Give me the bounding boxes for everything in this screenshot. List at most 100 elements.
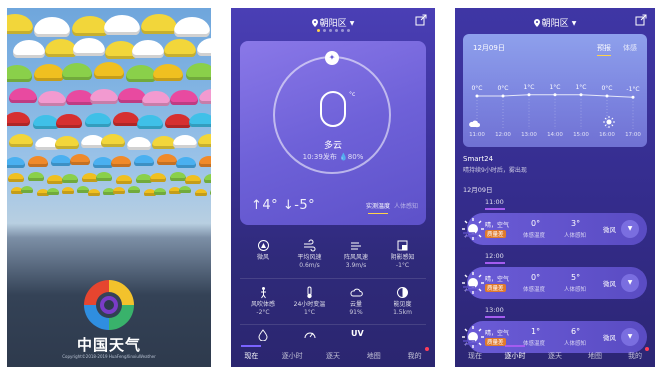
umbrella — [165, 114, 191, 129]
detail-label: 风吹体感 — [250, 301, 275, 308]
umbrella — [170, 172, 186, 181]
bottom-navigation: 现在 逐小时 逐天 地图 我的 — [231, 345, 435, 367]
shade-icon — [397, 240, 408, 251]
nav-item[interactable]: 逐天 — [548, 351, 562, 361]
hour-slot-underline — [485, 208, 505, 210]
location-pin-icon — [311, 19, 318, 27]
location-selector[interactable]: 朝阳区 ▼ — [455, 16, 655, 29]
umbrella — [28, 156, 49, 167]
hour-slot-underline — [485, 316, 505, 318]
umbrella — [175, 157, 196, 168]
umbrella — [150, 173, 167, 182]
nav-item[interactable]: 逐小时 — [505, 351, 526, 361]
umbrella — [71, 16, 108, 36]
umbrella — [134, 155, 155, 166]
umbrella — [32, 115, 59, 130]
nav-item[interactable]: 地图 — [367, 351, 381, 361]
nav-item[interactable]: 逐小时 — [282, 351, 303, 361]
location-name: 朝阳区 — [541, 19, 569, 29]
umbrella — [153, 188, 166, 195]
hour-temp-label: 1°C — [523, 83, 535, 91]
nav-item[interactable]: 地图 — [588, 351, 602, 361]
expand-chevron-icon[interactable]: ▼ — [621, 328, 639, 346]
weather-condition: 多云 — [323, 141, 342, 151]
expand-chevron-icon[interactable]: ▼ — [621, 274, 639, 292]
sun-haze-icon — [462, 218, 484, 240]
hour-time-label: 16:00 — [599, 132, 615, 138]
umbrella — [7, 157, 25, 168]
umbrella — [92, 157, 113, 168]
brand-name: 中国天气 — [76, 336, 141, 354]
umbrella — [9, 134, 33, 148]
detail-value: 3.9m/s — [345, 262, 367, 269]
umbrella — [9, 88, 37, 104]
detail-cell[interactable]: 24小时变温 1°C — [287, 286, 333, 317]
temperature-mode-toggle[interactable]: 实测温度 人体感知 — [366, 201, 418, 210]
gauge-icon — [304, 332, 316, 339]
umbrella — [157, 154, 178, 165]
detail-cell[interactable]: 阴影感知 -1°C — [380, 239, 426, 270]
detail-cell[interactable]: 能见度 1.5km — [380, 286, 426, 317]
nav-active-indicator — [505, 345, 525, 347]
umbrella — [69, 154, 90, 165]
detail-cell[interactable]: 平均风速 0.6m/s — [287, 239, 333, 270]
hour-row[interactable]: 晴，空气 质量差 0° 体感温度 3° 人体感知 微风 ▼ — [455, 213, 655, 245]
detail-cell[interactable]: 云量 91% — [333, 286, 379, 317]
umbrella — [135, 174, 152, 183]
detail-label: 24小时变温 — [293, 301, 326, 308]
current-weather-card[interactable]: ✦ °c 多云 10:39发布 💧80% ↑4° ↓-5° 实测温度 人体感知 — [240, 41, 426, 225]
location-name: 朝阳区 — [319, 19, 347, 29]
sun-icon — [603, 113, 615, 132]
current-weather-screen: 朝阳区 ▼ ✦ °c 多云 10:39发布 💧80% ↑4° ↓-5° 实测温度人… — [231, 8, 435, 367]
grid-divider — [240, 278, 426, 279]
feel-temp: 5° — [571, 273, 581, 282]
mode-feel[interactable]: 人体感知 — [394, 203, 418, 210]
hour-time-label: 17:00 — [625, 132, 641, 138]
umbrella — [61, 63, 92, 80]
air-quality-badge: 质量差 — [485, 284, 506, 292]
umbrella — [96, 172, 113, 181]
dropdown-triangle-icon: ▼ — [571, 20, 577, 27]
measured-temp: 0° — [531, 219, 541, 228]
nav-item[interactable]: 我的 — [628, 351, 642, 361]
hour-temp-label: 1°C — [549, 83, 561, 91]
publish-time: 10:39发布 — [302, 153, 337, 161]
umbrella — [101, 134, 126, 148]
detail-cell[interactable]: 微风 — [240, 239, 286, 262]
umbrella — [55, 136, 80, 150]
detail-cell[interactable]: 风吹体感 -2°C — [240, 286, 286, 317]
umbrella — [128, 186, 141, 193]
umbrella — [46, 188, 59, 195]
nav-item[interactable]: 现在 — [468, 351, 482, 361]
temperature-point — [527, 93, 531, 97]
umbrella — [104, 15, 140, 35]
uv-label: UV — [351, 329, 364, 338]
umbrella — [113, 112, 139, 127]
expand-chevron-icon[interactable]: ▼ — [621, 220, 639, 238]
temperature-digit — [320, 91, 346, 127]
temperature-point — [501, 94, 505, 98]
mode-measured[interactable]: 实测温度 — [366, 203, 390, 210]
detail-cell[interactable]: 阵风风速 3.9m/s — [333, 239, 379, 270]
feel-temp-label: 人体感知 — [564, 287, 587, 293]
umbrella — [184, 175, 201, 184]
detail-value: 1°C — [303, 309, 315, 316]
hour-temp-label: 0°C — [497, 85, 509, 92]
location-pin-icon — [533, 19, 540, 27]
umbrella — [47, 175, 64, 184]
umbrella — [21, 186, 34, 193]
nav-item[interactable]: 现在 — [244, 351, 258, 361]
grid-divider — [240, 324, 426, 325]
share-icon[interactable] — [415, 14, 427, 26]
feel-temp: 6° — [571, 327, 581, 336]
hour-row[interactable]: 晴，空气 质量差 0° 体感温度 5° 人体感知 微风 ▼ — [455, 267, 655, 299]
hour-time-label: 15:00 — [573, 132, 589, 138]
umbrella — [81, 173, 98, 182]
hour-row-background — [467, 213, 647, 245]
nav-item[interactable]: 逐天 — [326, 351, 340, 361]
measured-temp-label: 体感温度 — [523, 287, 546, 293]
nav-item[interactable]: 我的 — [408, 351, 422, 361]
location-selector[interactable]: 朝阳区 ▼ — [231, 16, 435, 29]
umbrella — [62, 174, 78, 183]
share-icon[interactable] — [635, 14, 647, 26]
